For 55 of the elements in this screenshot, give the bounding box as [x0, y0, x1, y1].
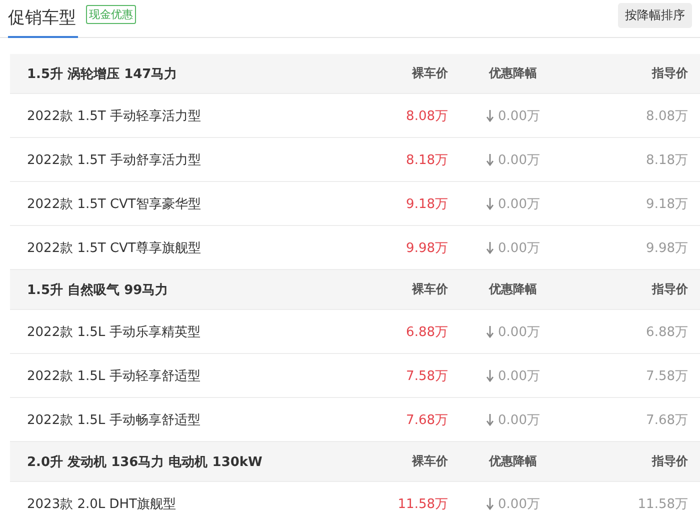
column-header: 指导价	[650, 65, 688, 82]
guide-price: 9.98万	[645, 240, 688, 256]
down-arrow-icon	[486, 242, 494, 254]
column-header: 裸车价	[410, 281, 448, 298]
dealer-price: 8.18万	[405, 152, 448, 168]
discount-amount: 0.00万	[498, 496, 540, 512]
column-header: 指导价	[650, 453, 688, 470]
model-name[interactable]: 2022款 1.5T 手动轻享活力型	[27, 106, 338, 124]
down-arrow-icon	[486, 154, 494, 166]
dealer-price: 6.88万	[405, 324, 448, 340]
column-header: 优惠降幅	[488, 281, 538, 298]
guide-price: 7.58万	[645, 368, 688, 384]
column-header: 裸车价	[410, 453, 448, 470]
discount-amount: 0.00万	[498, 152, 540, 168]
discount-amount: 0.00万	[498, 240, 540, 256]
guide-price: 6.88万	[645, 324, 688, 340]
discount-amount: 0.00万	[498, 324, 540, 340]
section-tab[interactable]: 促销车型	[8, 6, 78, 38]
model-name[interactable]: 2022款 1.5L 手动畅享舒适型	[27, 410, 338, 428]
discount-amount: 0.00万	[498, 108, 540, 124]
column-header: 指导价	[650, 281, 688, 298]
column-header: 优惠降幅	[488, 453, 538, 470]
guide-price: 8.18万	[645, 152, 688, 168]
model-name[interactable]: 2022款 1.5L 手动轻享舒适型	[27, 366, 338, 384]
dealer-price: 7.68万	[405, 412, 448, 428]
guide-price: 8.08万	[645, 108, 688, 124]
engine-group-title: 2.0升 发动机 136马力 电动机 130kW	[27, 454, 264, 470]
down-arrow-icon	[486, 414, 494, 426]
dealer-price: 11.58万	[396, 496, 448, 512]
guide-price: 9.18万	[645, 196, 688, 212]
model-name[interactable]: 2022款 1.5T 手动舒享活力型	[27, 150, 338, 168]
discount-amount: 0.00万	[498, 196, 540, 212]
down-arrow-icon	[486, 110, 494, 122]
column-header: 优惠降幅	[488, 65, 538, 82]
sort-button[interactable]: 按降幅排序	[618, 3, 692, 28]
discount-amount: 0.00万	[498, 412, 540, 428]
column-header: 裸车价	[410, 65, 448, 82]
dealer-price: 7.58万	[405, 368, 448, 384]
dealer-price: 9.98万	[405, 240, 448, 256]
down-arrow-icon	[486, 326, 494, 338]
guide-price: 7.68万	[645, 412, 688, 428]
guide-price: 11.58万	[636, 496, 688, 512]
down-arrow-icon	[486, 498, 494, 510]
cash-discount-tag: 现金优惠	[86, 5, 136, 24]
dealer-price: 8.08万	[405, 108, 448, 124]
engine-group-title: 1.5升 涡轮增压 147马力	[27, 66, 178, 82]
down-arrow-icon	[486, 370, 494, 382]
model-name[interactable]: 2022款 1.5T CVT尊享旗舰型	[27, 238, 338, 256]
model-name[interactable]: 2022款 1.5L 手动乐享精英型	[27, 322, 338, 340]
down-arrow-icon	[486, 198, 494, 210]
model-name[interactable]: 2022款 1.5T CVT智享豪华型	[27, 194, 338, 212]
engine-group-title: 1.5升 自然吸气 99马力	[27, 282, 170, 298]
dealer-price: 9.18万	[405, 196, 448, 212]
discount-amount: 0.00万	[498, 368, 540, 384]
model-name[interactable]: 2023款 2.0L DHT旗舰型	[27, 494, 338, 512]
